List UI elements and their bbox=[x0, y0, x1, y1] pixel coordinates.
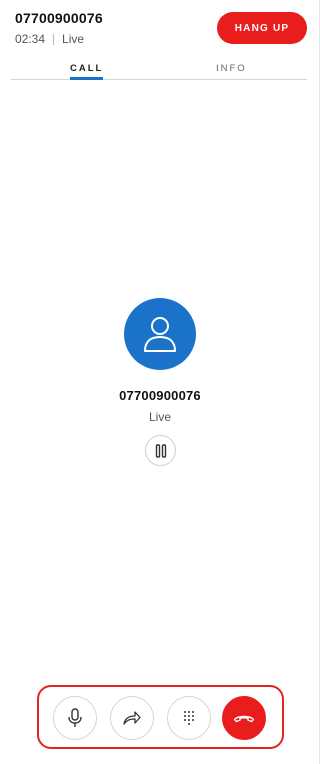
mute-button[interactable] bbox=[53, 696, 97, 740]
pause-icon bbox=[155, 443, 166, 458]
call-meta: 02:34 Live bbox=[15, 32, 84, 46]
contact-number: 07700900076 bbox=[119, 388, 201, 403]
tab-call[interactable]: CALL bbox=[70, 63, 103, 74]
meta-divider bbox=[53, 33, 55, 45]
person-icon bbox=[144, 317, 176, 352]
tab-info[interactable]: INFO bbox=[216, 63, 247, 74]
phone-hangup-icon bbox=[233, 715, 255, 723]
caller-number: 07700900076 bbox=[15, 10, 103, 26]
call-header: 07700900076 02:34 Live HANG UP bbox=[0, 0, 320, 60]
hang-up-button[interactable]: HANG UP bbox=[217, 12, 307, 44]
call-panel: 07700900076 02:34 Live HANG UP CALL INFO… bbox=[0, 0, 320, 764]
avatar bbox=[124, 298, 196, 370]
keypad-button[interactable] bbox=[167, 696, 211, 740]
tab-bar: CALL INFO bbox=[11, 60, 307, 80]
dialpad-icon bbox=[184, 711, 194, 725]
transfer-button[interactable] bbox=[110, 696, 154, 740]
call-duration: 02:34 bbox=[15, 32, 46, 46]
forward-arrow-icon bbox=[123, 711, 141, 725]
contact-status: Live bbox=[148, 410, 171, 424]
call-controls bbox=[37, 685, 284, 749]
call-status: Live bbox=[62, 32, 85, 46]
hold-button[interactable] bbox=[145, 435, 176, 466]
active-tab-indicator bbox=[70, 77, 103, 80]
end-call-button[interactable] bbox=[222, 696, 266, 740]
microphone-icon bbox=[68, 708, 82, 727]
